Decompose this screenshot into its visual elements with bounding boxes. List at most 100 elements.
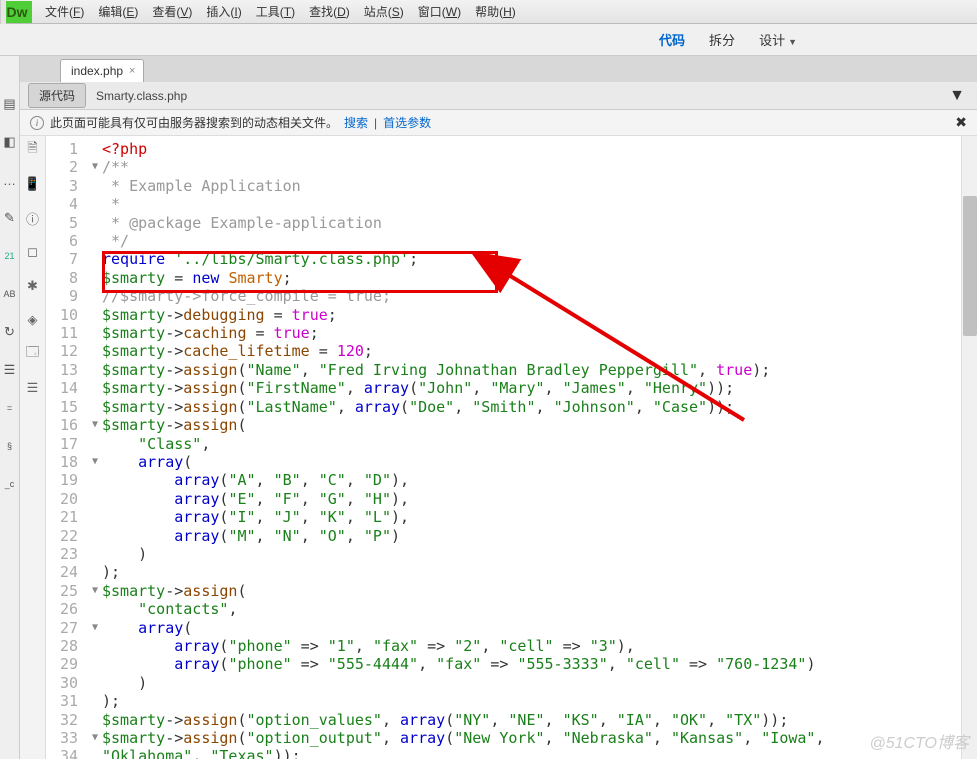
code-tokens[interactable]: array(: [100, 619, 192, 637]
code-line[interactable]: 5 * @package Example-application: [46, 214, 977, 232]
code-tokens[interactable]: array("M", "N", "O", "P"): [100, 527, 400, 545]
code-tokens[interactable]: array(: [100, 453, 192, 471]
code-tokens[interactable]: * @package Example-application: [100, 214, 382, 232]
code-tokens[interactable]: );: [100, 563, 120, 581]
code-tokens[interactable]: "Oklahoma", "Texas"));: [100, 747, 301, 759]
code-line[interactable]: 22 array("M", "N", "O", "P"): [46, 527, 977, 545]
fold-toggle-icon[interactable]: ▼: [90, 729, 100, 747]
gutter-icon[interactable]: _c: [2, 476, 18, 492]
gutter-icon[interactable]: 21: [2, 248, 18, 264]
code-gutter-icon[interactable]: ◻: [25, 244, 41, 260]
code-line[interactable]: 10$smarty->debugging = true;: [46, 306, 977, 324]
fold-toggle-icon[interactable]: ▼: [90, 619, 100, 637]
code-tokens[interactable]: //$smarty->force_compile = true;: [100, 287, 391, 305]
code-tokens[interactable]: /**: [100, 158, 129, 176]
view-design[interactable]: 设计▼: [759, 30, 797, 49]
code-gutter-icon[interactable]: ✱: [25, 278, 41, 294]
code-line[interactable]: 23 ): [46, 545, 977, 563]
fold-toggle-icon[interactable]: ▼: [90, 582, 100, 600]
gutter-icon[interactable]: ↻: [2, 324, 18, 340]
code-tokens[interactable]: ): [100, 545, 147, 563]
code-line[interactable]: 12$smarty->cache_lifetime = 120;: [46, 342, 977, 360]
code-line[interactable]: 20 array("E", "F", "G", "H"),: [46, 490, 977, 508]
code-editor[interactable]: 1<?php2▼/**3 * Example Application4 *5 *…: [46, 136, 977, 759]
code-tokens[interactable]: */: [100, 232, 129, 250]
code-tokens[interactable]: ): [100, 674, 147, 692]
menu-file[interactable]: 文件(F): [38, 0, 91, 24]
code-tokens[interactable]: "contacts",: [100, 600, 237, 618]
code-line[interactable]: 9//$smarty->force_compile = true;: [46, 287, 977, 305]
vertical-scrollbar[interactable]: [961, 136, 977, 759]
code-line[interactable]: 13$smarty->assign("Name", "Fred Irving J…: [46, 361, 977, 379]
code-line[interactable]: 18▼ array(: [46, 453, 977, 471]
code-line[interactable]: 7require '../libs/Smarty.class.php';: [46, 250, 977, 268]
code-line[interactable]: 21 array("I", "J", "K", "L"),: [46, 508, 977, 526]
code-line[interactable]: 27▼ array(: [46, 619, 977, 637]
gutter-icon[interactable]: ◧: [2, 134, 18, 150]
code-tokens[interactable]: array("A", "B", "C", "D"),: [100, 471, 409, 489]
code-tokens[interactable]: "Class",: [100, 435, 210, 453]
code-line[interactable]: 4 *: [46, 195, 977, 213]
fold-toggle-icon[interactable]: ▼: [90, 453, 100, 471]
info-prefs-link[interactable]: 首选参数: [383, 114, 431, 131]
code-tokens[interactable]: $smarty->debugging = true;: [100, 306, 337, 324]
file-tab[interactable]: index.php ×: [60, 59, 144, 82]
code-gutter-icon[interactable]: ☰: [25, 380, 41, 396]
view-split[interactable]: 拆分: [709, 30, 735, 49]
menu-window[interactable]: 窗口(W): [411, 0, 468, 24]
gutter-icon[interactable]: ✎: [2, 210, 18, 226]
code-tokens[interactable]: array("phone" => "555-4444", "fax" => "5…: [100, 655, 815, 673]
code-line[interactable]: 17 "Class",: [46, 435, 977, 453]
menu-help[interactable]: 帮助(H): [468, 0, 523, 24]
gutter-icon[interactable]: …: [2, 172, 18, 188]
code-gutter-icon[interactable]: 🗎: [25, 142, 41, 158]
code-line[interactable]: 8$smarty = new Smarty;: [46, 269, 977, 287]
code-tokens[interactable]: $smarty->assign("LastName", array("Doe",…: [100, 398, 734, 416]
gutter-icon[interactable]: AB: [2, 286, 18, 302]
gutter-icon[interactable]: =: [2, 400, 18, 416]
code-line[interactable]: 19 array("A", "B", "C", "D"),: [46, 471, 977, 489]
close-icon[interactable]: ✖: [955, 114, 967, 131]
close-icon[interactable]: ×: [129, 65, 135, 77]
code-tokens[interactable]: array("E", "F", "G", "H"),: [100, 490, 409, 508]
code-line[interactable]: 16▼$smarty->assign(: [46, 416, 977, 434]
code-gutter-icon[interactable]: 📱: [25, 176, 41, 192]
code-line[interactable]: 28 array("phone" => "1", "fax" => "2", "…: [46, 637, 977, 655]
code-tokens[interactable]: $smarty->assign("FirstName", array("John…: [100, 379, 734, 397]
menu-edit[interactable]: 编辑(E): [91, 0, 145, 24]
gutter-icon[interactable]: §: [2, 438, 18, 454]
code-line[interactable]: 30 ): [46, 674, 977, 692]
code-tokens[interactable]: $smarty->assign("option_output", array("…: [100, 729, 825, 747]
code-line[interactable]: 34"Oklahoma", "Texas"));: [46, 747, 977, 759]
code-tokens[interactable]: $smarty->cache_lifetime = 120;: [100, 342, 373, 360]
menu-insert[interactable]: 插入(I): [199, 0, 248, 24]
code-line[interactable]: 11$smarty->caching = true;: [46, 324, 977, 342]
source-code-button[interactable]: 源代码: [28, 83, 86, 108]
code-line[interactable]: 3 * Example Application: [46, 177, 977, 195]
code-line[interactable]: 14$smarty->assign("FirstName", array("Jo…: [46, 379, 977, 397]
code-line[interactable]: 1<?php: [46, 140, 977, 158]
gutter-icon[interactable]: ▤: [2, 96, 18, 112]
code-line[interactable]: 31);: [46, 692, 977, 710]
code-tokens[interactable]: $smarty->assign("Name", "Fred Irving Joh…: [100, 361, 770, 379]
code-line[interactable]: 24);: [46, 563, 977, 581]
code-tokens[interactable]: <?php: [100, 140, 147, 158]
code-line[interactable]: 25▼$smarty->assign(: [46, 582, 977, 600]
code-tokens[interactable]: require '../libs/Smarty.class.php';: [100, 250, 418, 268]
code-tokens[interactable]: * Example Application: [100, 177, 301, 195]
info-search-link[interactable]: 搜索: [344, 114, 368, 131]
code-gutter-icon[interactable]: ⓘ: [25, 210, 41, 226]
code-tokens[interactable]: array("phone" => "1", "fax" => "2", "cel…: [100, 637, 635, 655]
fold-toggle-icon[interactable]: ▼: [90, 416, 100, 434]
code-tokens[interactable]: $smarty->assign(: [100, 582, 247, 600]
fold-toggle-icon[interactable]: ▼: [90, 158, 100, 176]
code-tokens[interactable]: $smarty->caching = true;: [100, 324, 319, 342]
filter-icon[interactable]: ▼: [949, 87, 965, 105]
code-tokens[interactable]: );: [100, 692, 120, 710]
menu-tools[interactable]: 工具(T): [249, 0, 302, 24]
code-gutter-icon[interactable]: ◈: [25, 312, 41, 328]
code-line[interactable]: 6 */: [46, 232, 977, 250]
code-line[interactable]: 15$smarty->assign("LastName", array("Doe…: [46, 398, 977, 416]
gutter-icon[interactable]: ☰: [2, 362, 18, 378]
code-tokens[interactable]: $smarty->assign(: [100, 416, 247, 434]
